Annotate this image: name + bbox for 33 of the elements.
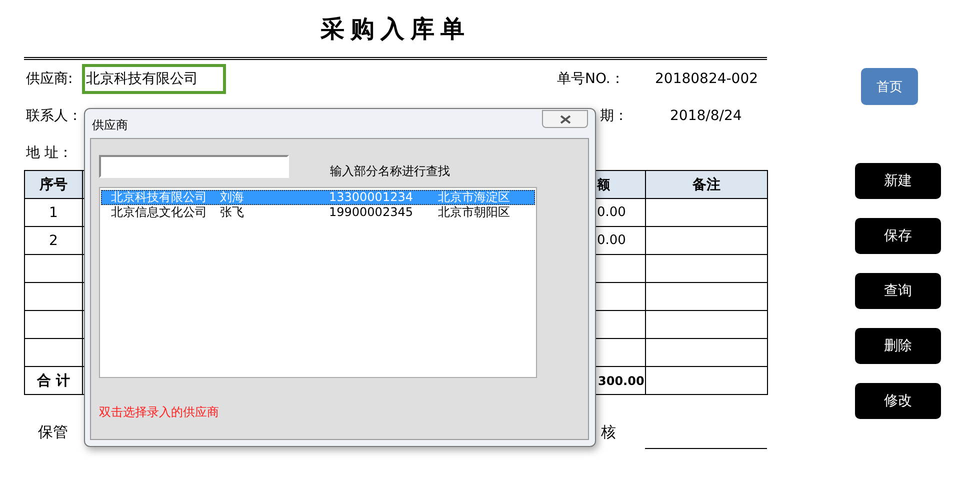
search-field[interactable] xyxy=(99,155,289,178)
action-button[interactable]: 修改 xyxy=(855,383,941,419)
column-header: 序号 xyxy=(24,170,82,198)
table-cell xyxy=(24,310,82,338)
column-header: 额 xyxy=(594,170,646,198)
order-number: 20180824-002 xyxy=(655,70,760,86)
action-button[interactable]: 查询 xyxy=(855,273,941,309)
search-hint: 输入部分名称进行查找 xyxy=(330,163,450,180)
table-cell: 2 xyxy=(24,226,82,254)
action-button[interactable]: 删除 xyxy=(855,328,941,364)
action-button[interactable]: 保存 xyxy=(855,218,941,254)
supplier-cell[interactable]: 北京科技有限公司 xyxy=(82,64,226,94)
supplier-label: 供应商: xyxy=(25,70,74,88)
order-number-label: 单号NO.： xyxy=(556,70,626,88)
table-cell xyxy=(24,338,82,366)
address-label: 地 址： xyxy=(25,144,74,162)
home-button[interactable]: 首页 xyxy=(861,68,918,105)
dialog-title: 供应商 xyxy=(91,117,128,134)
close-button[interactable] xyxy=(542,110,588,128)
table-cell xyxy=(24,254,82,282)
table-cell: 1 xyxy=(24,198,82,226)
total-label: 合 计 xyxy=(24,366,82,394)
contact-label: 联系人： xyxy=(25,107,82,125)
action-button[interactable]: 新建 xyxy=(855,163,941,199)
date-label: 期： xyxy=(600,107,629,125)
instruction-text: 双击选择录入的供应商 xyxy=(99,404,220,421)
date-value: 2018/8/24 xyxy=(669,108,743,124)
column-header: 备注 xyxy=(646,170,768,198)
keeper-label: 保管 xyxy=(37,422,69,442)
close-icon xyxy=(560,114,570,124)
table-cell xyxy=(24,282,82,310)
reviewer-label: 核 xyxy=(601,422,617,442)
form-title: 采购入库单 xyxy=(320,14,470,44)
